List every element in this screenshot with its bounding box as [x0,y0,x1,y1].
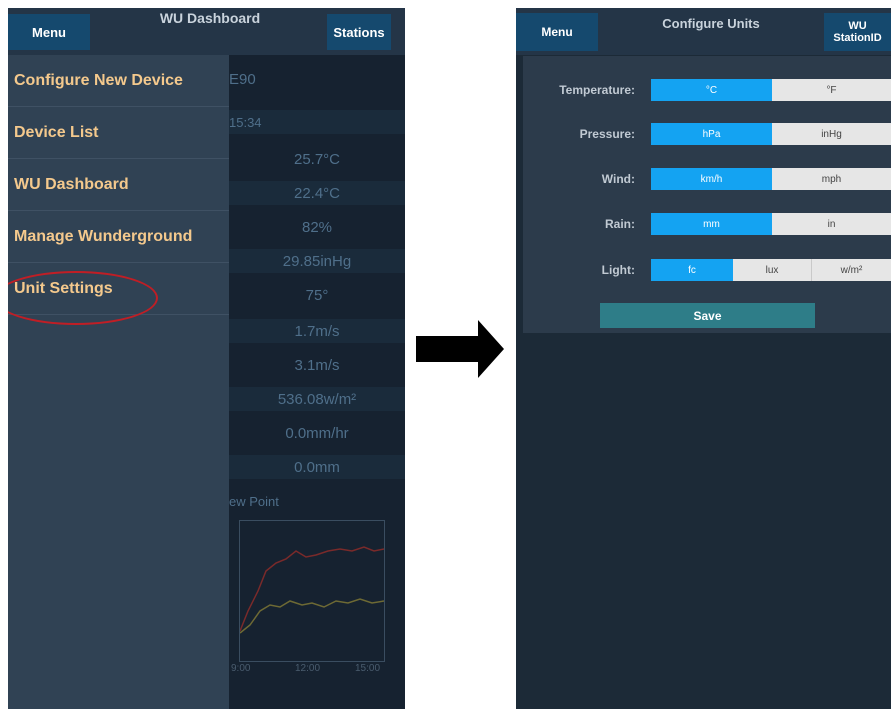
highlight-ellipse [8,271,158,325]
chart-lines [239,546,385,634]
temperature-label: Temperature: [559,83,635,97]
drawer-item-device-list[interactable]: Device List [8,107,229,159]
wind-label: Wind: [601,172,635,186]
left-phone-screen: Menu WU Dashboard Stations E90 15:34 25.… [8,8,405,709]
light-label: Light: [601,263,635,277]
dashboard-value: 0.0mm/hr [285,424,349,442]
station-id-button[interactable]: WU StationID [824,13,891,51]
light-option-wm2[interactable]: w/m² [811,259,891,281]
units-panel: Temperature: °C °F Pressure: hPa inHg Wi… [523,56,891,333]
light-option-fc[interactable]: fc [651,259,733,281]
dashboard-value: 536.08w/m² [229,387,405,411]
page-title: WU Dashboard [159,10,261,26]
rain-option-mm[interactable]: mm [651,213,772,235]
rain-label: Rain: [605,217,635,231]
right-top-bar: Menu Configure Units WU StationID [516,8,891,55]
station-label-line2: StationID [833,32,882,44]
menu-button[interactable]: Menu [8,14,90,50]
wind-option-kmh[interactable]: km/h [651,168,772,190]
x-tick: 12:00 [295,663,321,674]
drawer-item-configure-new-device[interactable]: Configure New Device [8,55,229,107]
left-top-bar: Menu WU Dashboard Stations [8,8,405,55]
dashboard-value: 1.7m/s [229,319,405,343]
rain-option-in[interactable]: in [772,213,891,235]
wind-option-mph[interactable]: mph [772,168,891,190]
dashboard-value: 75° [305,286,329,304]
dashboard-value: E90 [229,70,256,88]
arrow-right-icon [416,320,504,378]
dashboard-value: 15:34 [229,110,405,134]
dashboard-value: 29.85inHg [229,249,405,273]
pressure-label: Pressure: [579,127,635,141]
station-label-line1: WU [848,20,867,32]
dashboard-value: 3.1m/s [294,356,340,374]
page-title: Configure Units [662,16,760,31]
dashboard-value: 0.0mm [229,455,405,479]
dashboard-value: 82% [301,218,333,236]
dashboard-value: 22.4°C [229,181,405,205]
drawer-item-wu-dashboard[interactable]: WU Dashboard [8,159,229,211]
stations-button[interactable]: Stations [327,14,391,50]
save-button[interactable]: Save [600,303,815,328]
chart-title: ew Point [229,493,279,509]
dashboard-background: E90 15:34 25.7°C 22.4°C 82% 29.85inHg 75… [229,55,405,709]
x-tick: 9:00 [231,663,251,674]
x-tick: 15:00 [355,663,381,674]
dashboard-value: 25.7°C [293,150,341,168]
temperature-option-celsius[interactable]: °C [651,79,772,101]
temperature-option-fahrenheit[interactable]: °F [772,79,891,101]
right-phone-screen: Menu Configure Units WU StationID Temper… [516,8,891,709]
navigation-drawer: Configure New Device Device List WU Dash… [8,55,229,709]
pressure-option-hpa[interactable]: hPa [651,123,772,145]
background-chart [239,520,385,662]
pressure-option-inhg[interactable]: inHg [772,123,891,145]
drawer-item-manage-wunderground[interactable]: Manage Wunderground [8,211,229,263]
menu-button[interactable]: Menu [516,13,598,51]
light-option-lux[interactable]: lux [733,259,811,281]
